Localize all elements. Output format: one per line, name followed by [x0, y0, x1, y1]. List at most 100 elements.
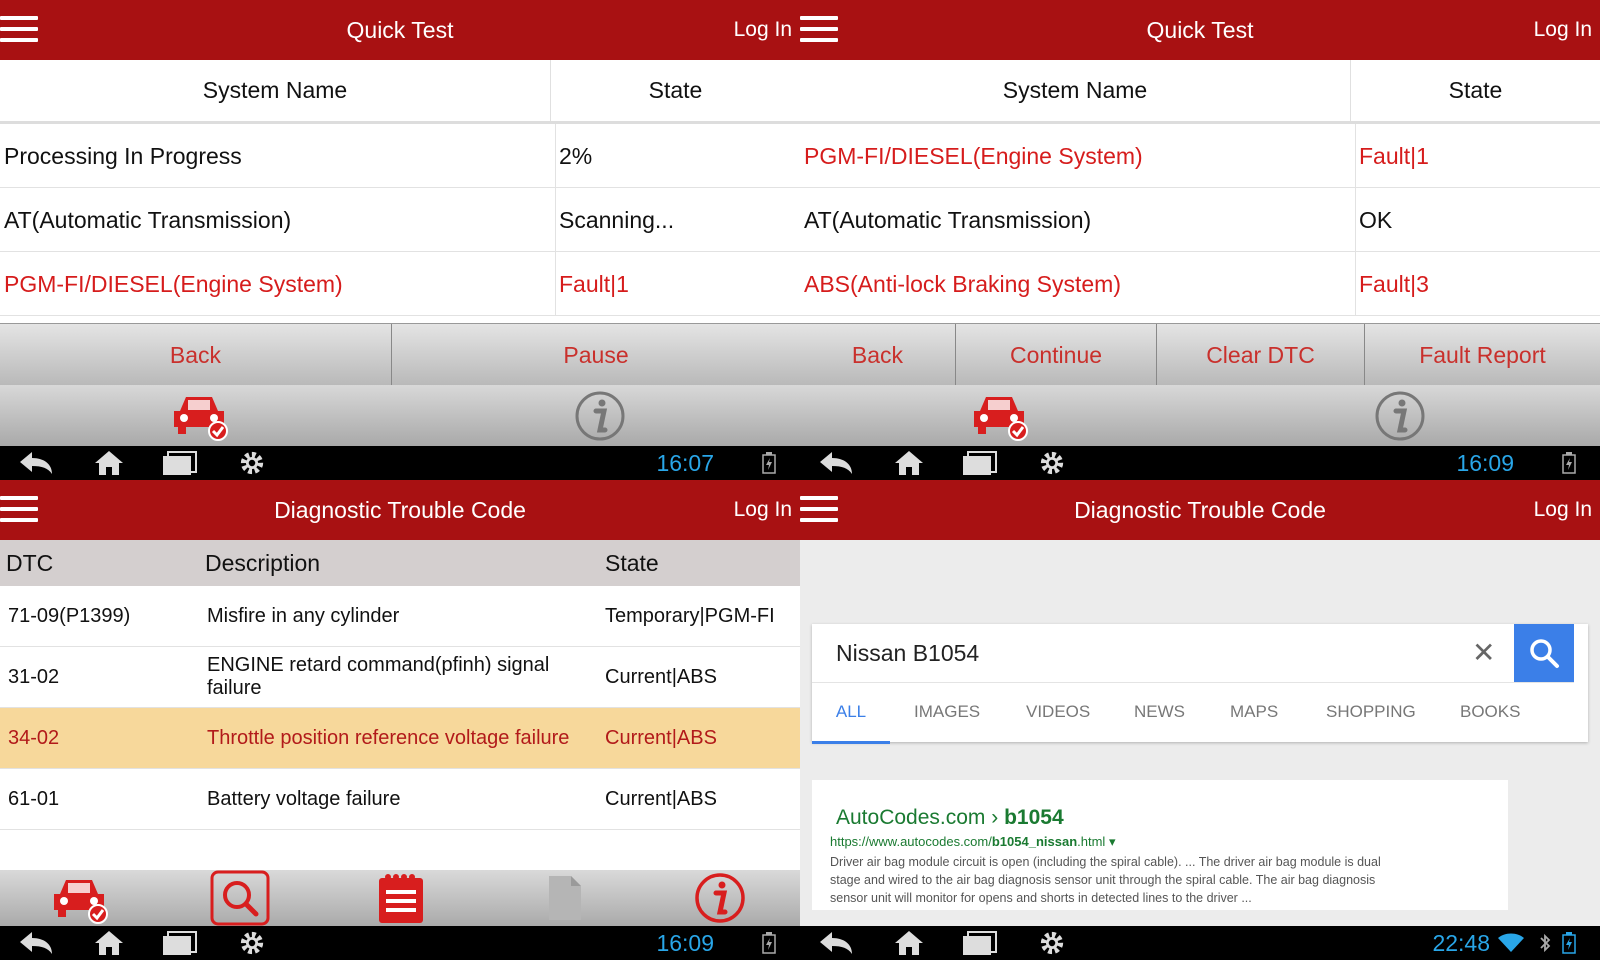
result-url-term: b1054_nissan [991, 834, 1078, 849]
dtc-state: Current|ABS [605, 666, 717, 688]
app-header: Diagnostic Trouble Code Log In [800, 480, 1600, 540]
recents-icon[interactable] [162, 450, 198, 476]
result-title-link[interactable]: AutoCodes.com › b1054 [836, 806, 1508, 830]
settings-icon[interactable] [238, 930, 266, 956]
column-header-state: State [1448, 77, 1503, 103]
system-name: AT(Automatic Transmission) [4, 207, 292, 233]
tab-books[interactable]: BOOKS [1460, 683, 1520, 741]
column-header-state: State [605, 550, 659, 576]
back-icon[interactable] [18, 930, 54, 956]
home-icon[interactable] [94, 930, 124, 956]
dtc-code: 71-09(P1399) [8, 605, 131, 627]
table-row[interactable]: Processing In Progress 2% [0, 124, 800, 188]
action-button-bar: Back Continue Clear DTC Fault Report [800, 323, 1600, 386]
dtc-description: Battery voltage failure [207, 788, 401, 810]
recents-icon[interactable] [962, 930, 998, 956]
dtc-description: Throttle position reference voltage fail… [207, 727, 570, 749]
result-title-prefix: AutoCodes.com › [836, 806, 1005, 829]
app-header: Diagnostic Trouble Code Log In [0, 480, 800, 540]
table-row[interactable]: AT(Automatic Transmission) OK [800, 188, 1600, 252]
tool-icon-bar [800, 385, 1600, 446]
info-icon[interactable] [1374, 390, 1426, 442]
home-icon[interactable] [894, 450, 924, 476]
system-name: PGM-FI/DIESEL(Engine System) [804, 143, 1143, 169]
back-button[interactable]: Back [0, 324, 392, 386]
search-box: Nissan B1054 ✕ ALL IMAGES VIDEOS NEWS MA… [812, 624, 1588, 744]
search-button[interactable] [1514, 624, 1574, 682]
app-header: Quick Test Log In [800, 0, 1600, 60]
battery-icon [762, 452, 776, 474]
settings-icon[interactable] [238, 450, 266, 476]
system-state: OK [1359, 207, 1393, 233]
column-header-system-name: System Name [1002, 77, 1148, 103]
back-icon[interactable] [18, 450, 54, 476]
back-icon[interactable] [818, 930, 854, 956]
car-check-icon[interactable] [170, 391, 230, 441]
back-button[interactable]: Back [800, 324, 956, 386]
table-row[interactable]: 71-09(P1399) Misfire in any cylinder Tem… [0, 586, 800, 647]
result-title-term: b1054 [1004, 806, 1064, 829]
info-icon[interactable] [694, 872, 746, 924]
chevron-down-icon[interactable]: ▾ [1109, 834, 1116, 849]
tool-icon-bar [0, 385, 800, 446]
system-state: Fault|1 [559, 271, 629, 297]
search-tabs: ALL IMAGES VIDEOS NEWS MAPS SHOPPING BOO… [812, 682, 1574, 744]
tab-videos[interactable]: VIDEOS [1026, 683, 1090, 741]
column-header-state: State [648, 77, 703, 103]
table-header: DTC Description State [0, 540, 800, 586]
login-link[interactable]: Log In [1534, 480, 1592, 540]
recents-icon[interactable] [962, 450, 998, 476]
table-row[interactable]: 61-01 Battery voltage failure Current|AB… [0, 769, 800, 830]
table-row[interactable]: PGM-FI/DIESEL(Engine System) Fault|1 [0, 252, 800, 316]
system-state: Scanning... [559, 207, 675, 233]
car-check-icon[interactable] [50, 874, 110, 924]
login-link[interactable]: Log In [734, 0, 792, 60]
table-row[interactable]: AT(Automatic Transmission) Scanning... [0, 188, 800, 252]
info-icon[interactable] [574, 390, 626, 442]
battery-icon [1562, 932, 1576, 954]
table-row[interactable]: PGM-FI/DIESEL(Engine System) Fault|1 [800, 124, 1600, 188]
column-divider [555, 252, 556, 316]
result-url[interactable]: https://www.autocodes.com/b1054_nissan.h… [830, 834, 1508, 850]
home-icon[interactable] [894, 930, 924, 956]
table-row[interactable]: ABS(Anti-lock Braking System) Fault|3 [800, 252, 1600, 316]
table-row[interactable]: 31-02 ENGINE retard command(pfinh) signa… [0, 647, 800, 708]
tab-all[interactable]: ALL [812, 683, 890, 744]
wifi-icon [1498, 933, 1524, 952]
dtc-state: Current|ABS [605, 727, 717, 749]
table-row-selected[interactable]: 34-02 Throttle position reference voltag… [0, 708, 800, 769]
clock: 16:09 [656, 930, 714, 956]
close-icon[interactable]: ✕ [1472, 638, 1495, 668]
table-header: System Name State [800, 60, 1600, 124]
home-icon[interactable] [94, 450, 124, 476]
search-icon[interactable] [210, 870, 270, 926]
dtc-code: 31-02 [8, 666, 60, 688]
system-state: 2% [559, 143, 593, 169]
fault-report-button[interactable]: Fault Report [1365, 324, 1600, 386]
notepad-icon[interactable] [376, 872, 426, 924]
settings-icon[interactable] [1038, 450, 1066, 476]
dtc-description: ENGINE retard command(pfinh) signal fail… [207, 654, 550, 699]
car-check-icon[interactable] [970, 391, 1030, 441]
continue-button[interactable]: Continue [956, 324, 1157, 386]
tab-maps[interactable]: MAPS [1230, 683, 1278, 741]
clear-dtc-button[interactable]: Clear DTC [1157, 324, 1365, 386]
table-header: System Name State [0, 60, 800, 124]
battery-icon [762, 932, 776, 954]
settings-icon[interactable] [1038, 930, 1066, 956]
pause-button[interactable]: Pause [392, 324, 800, 386]
dtc-state: Temporary|PGM-FI [605, 605, 775, 627]
page-title: Diagnostic Trouble Code [1074, 497, 1326, 523]
quick-test-screen-progress: Quick Test Log In System Name State Proc… [0, 0, 800, 480]
result-url-suffix: .html [1077, 834, 1106, 849]
tab-images[interactable]: IMAGES [914, 683, 980, 741]
login-link[interactable]: Log In [1534, 0, 1592, 60]
tab-shopping[interactable]: SHOPPING [1326, 683, 1416, 741]
dtc-code: 61-01 [8, 788, 60, 810]
recents-icon[interactable] [162, 930, 198, 956]
login-link[interactable]: Log In [734, 480, 792, 540]
search-input[interactable]: Nissan B1054 [836, 624, 979, 682]
back-icon[interactable] [818, 450, 854, 476]
tab-news[interactable]: NEWS [1134, 683, 1185, 741]
action-button-bar: Back Pause [0, 323, 800, 386]
